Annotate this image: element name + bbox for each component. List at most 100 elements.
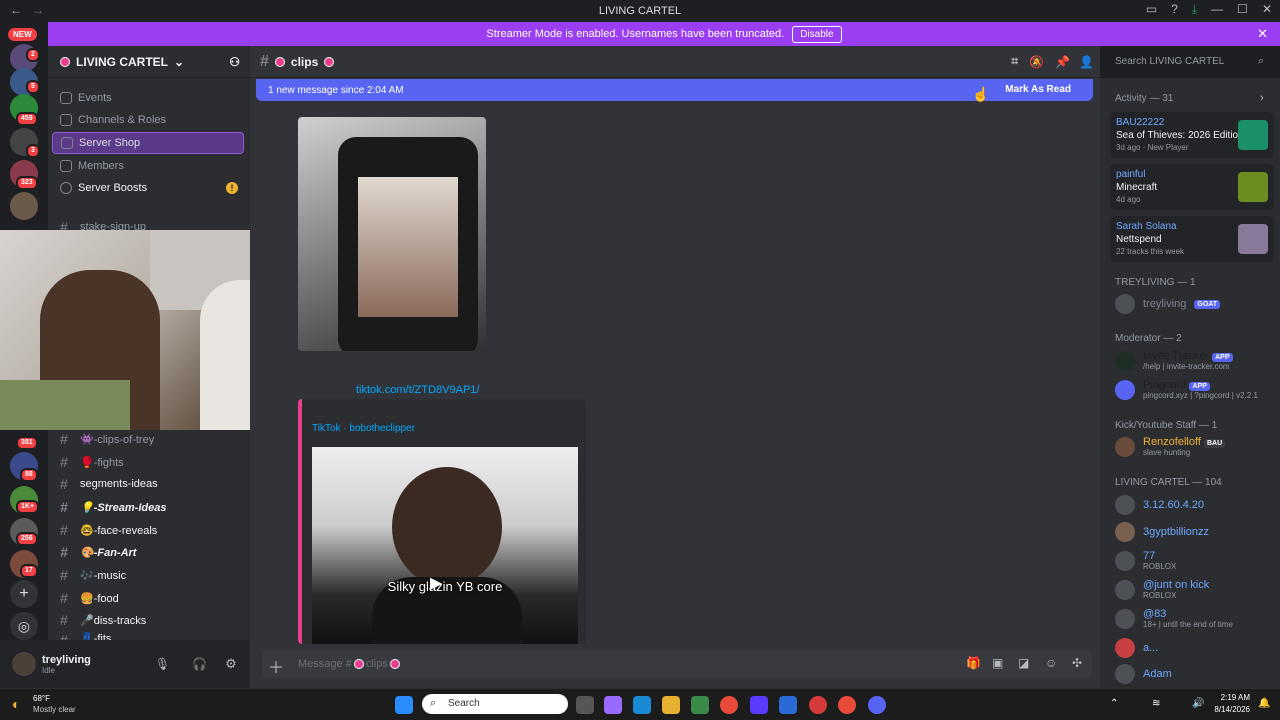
app-icon[interactable] xyxy=(809,696,827,714)
discover-icon[interactable]: ◎ xyxy=(10,612,38,640)
notification-icon[interactable]: 🔔 xyxy=(1258,698,1270,709)
channel-item[interactable]: # 🤓-face-reveals xyxy=(52,519,244,541)
new-messages-bar[interactable]: 1 new message since 2:04 AM Mark As Read xyxy=(256,79,1093,101)
help-icon[interactable]: ? xyxy=(1171,2,1178,17)
apps-icon[interactable]: ✣ xyxy=(1072,656,1082,670)
gif-icon[interactable]: ▣ xyxy=(992,656,1003,670)
image-attachment[interactable] xyxy=(298,117,486,351)
app-icon[interactable] xyxy=(691,696,709,714)
member-item[interactable]: Pingcord APP pingcord.xyz | ?pingcord | v… xyxy=(1115,379,1258,400)
chrome-icon[interactable] xyxy=(720,696,738,714)
weather-icon[interactable]: ◐ xyxy=(12,696,20,712)
activity-card[interactable]: Sarah Solana Nettspend 22 tracks this we… xyxy=(1110,216,1274,262)
file-explorer-icon[interactable] xyxy=(662,696,680,714)
channel-item[interactable]: # 🎤diss-tracks xyxy=(52,609,244,631)
wifi-icon[interactable]: ≋ xyxy=(1152,698,1160,709)
search-input[interactable]: Search LIVING CARTEL xyxy=(1108,52,1274,72)
sidebar-item-server-shop[interactable]: Server Shop xyxy=(52,132,244,154)
channel-item[interactable]: # 🎨-Fan-Art xyxy=(52,541,244,563)
avatar[interactable] xyxy=(12,652,36,676)
settings-gear-icon[interactable]: ⚙ xyxy=(225,656,237,672)
activity-header[interactable]: Activity — 31 xyxy=(1115,93,1173,104)
channel-label: 👾-clips-of-trey xyxy=(80,433,155,446)
search-icon: ⌕ xyxy=(1258,55,1265,67)
copilot-icon[interactable] xyxy=(604,696,622,714)
clock-date[interactable]: 8/14/2026 xyxy=(1202,705,1250,714)
back-icon[interactable]: ← xyxy=(10,3,22,17)
member-item[interactable]: Invite Tracker APP/help | invite-tracker… xyxy=(1115,350,1233,371)
channel-item[interactable]: # 💡-Stream-Ideas xyxy=(52,496,244,518)
server-icon[interactable] xyxy=(10,192,38,220)
edge-icon[interactable] xyxy=(633,696,651,714)
member-item[interactable]: Renzofelloff BAU slave hunting xyxy=(1115,436,1226,457)
message-link[interactable]: tiktok.com/t/ZTD8V9AP1/ xyxy=(356,384,479,396)
shop-icon xyxy=(61,137,73,149)
member-item[interactable]: 3gyptbillionzz xyxy=(1115,522,1209,542)
emoji-icon[interactable]: ☺ xyxy=(1045,656,1057,670)
activity-card[interactable]: painful Minecraft 4d ago xyxy=(1110,164,1274,210)
invite-icon[interactable]: ⚇ xyxy=(229,55,240,69)
channel-item[interactable]: # 🍔-food xyxy=(52,587,244,609)
app-tag: APP xyxy=(1189,382,1210,391)
hash-icon: # xyxy=(60,499,68,515)
embed-author[interactable]: TikTok · bobotheclipper xyxy=(312,423,415,434)
member-list-icon[interactable]: 👤 xyxy=(1079,55,1094,69)
threads-icon[interactable]: ⌗ xyxy=(1011,54,1018,69)
embed-video[interactable]: Silky glazin YB core ▶ xyxy=(312,447,578,644)
tray-chevron-icon[interactable]: ⌃ xyxy=(1110,698,1118,709)
disable-button[interactable]: Disable xyxy=(792,25,842,43)
member-item[interactable]: a... xyxy=(1115,638,1158,658)
sidebar-item-members[interactable]: Members xyxy=(52,155,244,177)
discord-icon[interactable] xyxy=(868,696,886,714)
input-placeholder: Message # xyxy=(298,658,352,670)
start-icon[interactable] xyxy=(395,696,413,714)
play-icon[interactable]: ▶ xyxy=(430,573,442,593)
close-window-icon[interactable]: ✕ xyxy=(1262,2,1272,17)
hash-icon: # xyxy=(60,567,68,583)
member-item[interactable]: @junt on kick ROBLOX xyxy=(1115,579,1209,600)
channel-item[interactable]: # 🎶-music xyxy=(52,564,244,586)
channel-item[interactable]: # segments-ideas xyxy=(52,473,244,495)
server-header[interactable]: LIVING CARTEL ⌄ ⚇ xyxy=(48,46,250,78)
member-item[interactable]: @83 18+ | until the end of time xyxy=(1115,608,1233,629)
clock-time[interactable]: 2:19 AM xyxy=(1208,693,1250,702)
task-view-icon[interactable] xyxy=(576,696,594,714)
add-attachment-icon[interactable]: ＋ xyxy=(268,654,284,678)
chevron-right-icon[interactable]: › xyxy=(1260,92,1264,104)
pin-icon[interactable]: 📌 xyxy=(1055,55,1070,69)
sidebar-item-events[interactable]: Events xyxy=(52,87,244,109)
mark-as-read-button[interactable]: Mark As Read xyxy=(1005,84,1071,95)
member-name: Renzofelloff xyxy=(1143,436,1201,448)
member-item[interactable]: treyliving GOAT xyxy=(1115,294,1221,314)
add-server-icon[interactable]: + xyxy=(10,580,38,608)
channel-item[interactable]: # 👾-clips-of-trey xyxy=(52,428,244,450)
app-icon[interactable] xyxy=(750,696,768,714)
sidebar-item-server-boosts[interactable]: Server Boosts! xyxy=(52,177,244,199)
member-name: 3gyptbillionzz xyxy=(1143,526,1210,538)
hash-icon: # xyxy=(260,52,269,70)
sticker-icon[interactable]: ◪ xyxy=(1018,656,1029,670)
avatar xyxy=(1115,664,1135,684)
microphone-icon[interactable]: 🎙 xyxy=(155,657,170,671)
hash-icon: # xyxy=(60,454,68,470)
chrome-icon[interactable] xyxy=(838,696,856,714)
member-item[interactable]: Adam xyxy=(1115,664,1172,684)
activity-card[interactable]: BAU22222 Sea of Thieves: 2026 Edition 3d… xyxy=(1110,112,1274,158)
server-name: LIVING CARTEL xyxy=(76,54,168,69)
close-icon[interactable]: ✕ xyxy=(1257,26,1268,42)
member-item[interactable]: 3.12.60.4.20 xyxy=(1115,495,1204,515)
headphones-icon[interactable]: 🎧 xyxy=(192,657,207,671)
minimize-icon[interactable]: — xyxy=(1211,2,1223,17)
channel-item[interactable]: # 🥊-fights xyxy=(52,451,244,473)
inbox-icon[interactable]: ▭ xyxy=(1146,2,1157,17)
sidebar-item-channels-roles[interactable]: Channels & Roles xyxy=(52,109,244,131)
taskbar-search[interactable]: Search xyxy=(422,694,568,714)
mute-bell-icon[interactable]: 🔕 xyxy=(1029,55,1044,69)
maximize-icon[interactable]: ☐ xyxy=(1237,2,1248,17)
gift-icon[interactable]: 🎁 xyxy=(966,656,981,670)
member-item[interactable]: 77 ROBLOX xyxy=(1115,550,1176,571)
app-tag: APP xyxy=(1212,353,1233,362)
download-icon[interactable]: ⤓ xyxy=(1192,2,1197,17)
forward-icon[interactable]: → xyxy=(32,3,44,17)
app-icon[interactable] xyxy=(779,696,797,714)
